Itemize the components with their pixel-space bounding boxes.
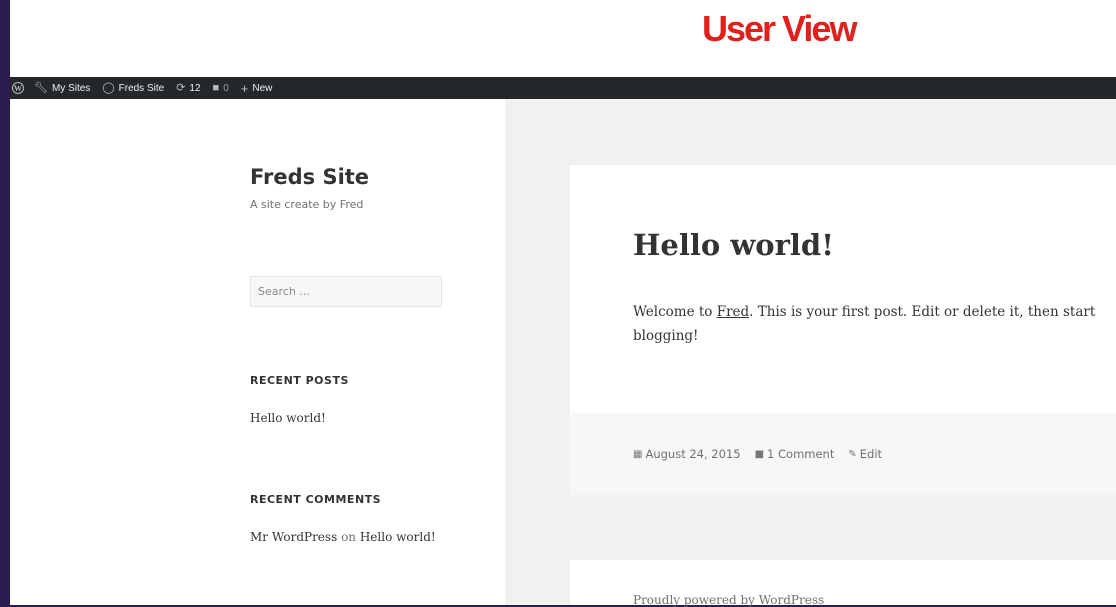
post-content-line-1: Welcome to Fred. This is your first post… <box>633 300 1113 324</box>
comment-post-link[interactable]: Hello world! <box>360 530 436 544</box>
post-date-text: August 24, 2015 <box>645 447 741 461</box>
post-body-text-after: . This is your first post. Edit or delet… <box>749 304 1096 320</box>
comment-icon: ■ <box>754 448 765 460</box>
calendar-icon: ▦ <box>633 448 643 460</box>
wordpress-logo-icon[interactable]: W <box>12 82 24 94</box>
site-description: A site create by Fred <box>250 198 364 211</box>
pencil-icon: ✎ <box>848 448 857 460</box>
dashboard-icon: ◯ <box>102 81 115 94</box>
post-body-text-before: Welcome to <box>633 304 717 320</box>
recent-post-link[interactable]: Hello world! <box>250 411 326 425</box>
comment-author-link[interactable]: Mr WordPress <box>250 530 337 544</box>
post-edit-text: Edit <box>859 447 883 461</box>
post-edit-link[interactable]: ✎ Edit <box>848 447 882 461</box>
site-label: Freds Site <box>118 82 165 94</box>
comment-bubble-icon: ■ <box>212 81 220 94</box>
admin-bar-new[interactable]: + New <box>241 82 273 95</box>
post-title[interactable]: Hello world! <box>633 228 834 262</box>
wrench-icon: 🔧︎ <box>34 81 48 94</box>
updates-count: 12 <box>189 82 201 94</box>
recent-posts-heading: RECENT POSTS <box>250 374 349 387</box>
post-date[interactable]: ▦ August 24, 2015 <box>633 447 741 461</box>
comments-count: 0 <box>223 82 229 94</box>
comment-on-text: on <box>341 530 357 544</box>
recent-comment-item: Mr WordPress on Hello world! <box>250 530 436 544</box>
site-title[interactable]: Freds Site <box>250 165 369 189</box>
post-body-link[interactable]: Fred <box>717 304 749 320</box>
banner-title: User View <box>702 8 857 49</box>
post-content: Welcome to Fred. This is your first post… <box>633 300 1113 348</box>
admin-bar-updates[interactable]: ⟳ 12 <box>176 81 201 94</box>
recent-comments-heading: RECENT COMMENTS <box>250 493 382 506</box>
admin-bar-site[interactable]: ◯ Freds Site <box>102 81 165 94</box>
post-comments-link[interactable]: ■ 1 Comment <box>755 447 835 461</box>
admin-bar: W 🔧︎ My Sites ◯ Freds Site ⟳ 12 ■ 0 + Ne… <box>10 77 1116 99</box>
search-input[interactable] <box>250 276 442 307</box>
admin-bar-my-sites[interactable]: 🔧︎ My Sites <box>34 81 91 94</box>
new-label: New <box>252 82 273 94</box>
post-meta: ▦ August 24, 2015 ■ 1 Comment ✎ Edit <box>633 447 896 461</box>
post-comments-text: 1 Comment <box>767 447 835 461</box>
post-content-line-2: blogging! <box>633 328 699 344</box>
banner: User View <box>10 0 1116 76</box>
plus-icon: + <box>240 80 249 96</box>
admin-bar-comments[interactable]: ■ 0 <box>212 81 229 94</box>
updates-icon: ⟳ <box>176 81 186 94</box>
my-sites-label: My Sites <box>51 82 91 94</box>
post-card <box>570 165 1116 413</box>
